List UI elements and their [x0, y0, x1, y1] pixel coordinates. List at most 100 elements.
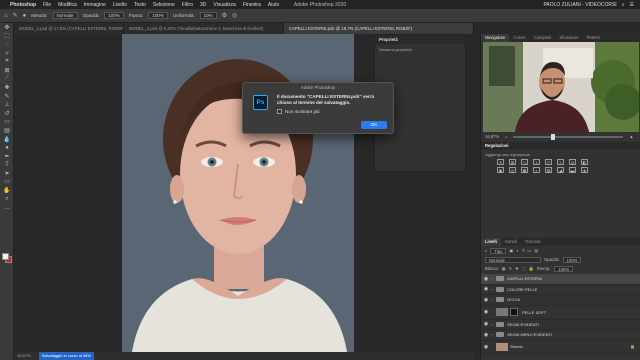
lock-move-icon[interactable]: ✥	[515, 266, 519, 271]
visibility-eye-icon[interactable]: ◉	[481, 297, 491, 303]
quick-select-tool-icon[interactable]: ✧	[0, 49, 14, 58]
layer-filter-select[interactable]: Tipo	[490, 247, 507, 254]
adjustments-title[interactable]: Regolazioni	[481, 142, 640, 150]
levels-adjust-icon[interactable]: ▥	[509, 159, 516, 165]
blur-tool-icon[interactable]: 💧	[0, 135, 14, 144]
filter-adjust-icon[interactable]: ◐	[516, 248, 519, 253]
tab-livelli[interactable]: Livelli	[481, 238, 501, 246]
shape-tool-icon[interactable]: ▭	[0, 178, 14, 187]
filter-smart-icon[interactable]: ▤	[534, 248, 538, 253]
menu-list-icon[interactable]: ☰	[630, 2, 634, 8]
threshold-adjust-icon[interactable]: ◢	[557, 167, 564, 173]
metodo-select[interactable]: Normale	[52, 12, 78, 19]
gradient-tool-icon[interactable]: ▤	[0, 126, 14, 135]
brush-tool-icon[interactable]: ✎	[13, 12, 18, 19]
tab-sfumature[interactable]: Sfumature	[555, 34, 582, 42]
layer-colore-pelle[interactable]: ◉ › COLORE PELLE	[481, 285, 640, 295]
layer-segni-evidenti[interactable]: ◉ › SEGNI EVIDENTI	[481, 320, 640, 330]
layer-segni-meno-evidenti[interactable]: ◉ › SEGNI MENO EVIDENTI	[481, 330, 640, 341]
history-brush-tool-icon[interactable]: ↺	[0, 109, 14, 118]
lock-icon[interactable]: 🔒	[630, 344, 635, 349]
settings-gear-icon[interactable]: ⚙	[222, 12, 227, 19]
crop-tool-icon[interactable]: ⌗	[0, 57, 14, 66]
brightness-adjust-icon[interactable]: ☀	[497, 159, 504, 165]
tab-canali[interactable]: Canali	[501, 238, 521, 246]
ok-button[interactable]: OK	[361, 121, 387, 129]
lasso-tool-icon[interactable]: ◌	[0, 40, 14, 49]
visibility-eye-icon[interactable]: ◉	[481, 309, 491, 315]
menu-filtro[interactable]: Filtro	[182, 2, 193, 8]
visibility-eye-icon[interactable]: ◉	[481, 344, 491, 350]
layer-capelli-esterni[interactable]: ◉ › CAPELLI ESTERNI	[481, 274, 640, 285]
dont-show-again-checkbox[interactable]: Non mostrare più	[277, 109, 320, 114]
visibility-eye-icon[interactable]: ◉	[481, 321, 491, 327]
layer-opacity-field[interactable]: 100%	[562, 256, 582, 263]
properties-title[interactable]: Proprietà	[375, 35, 465, 44]
menu-finestra[interactable]: Finestra	[243, 2, 261, 8]
menu-photoshop[interactable]: Photoshop	[10, 2, 36, 8]
tab-model-2-653[interactable]: MODEL_2.psd @ 6,53% (Tonalità/saturazion…	[124, 23, 284, 34]
color-lookup-adjust-icon[interactable]: ▦	[521, 167, 528, 173]
menu-visualizza[interactable]: Visualizza	[213, 2, 235, 8]
brush-preset-icon[interactable]: ●	[23, 13, 27, 19]
path-select-tool-icon[interactable]: ➤	[0, 169, 14, 178]
navigator-zoom-slider[interactable]	[513, 133, 624, 140]
layer-occhi[interactable]: ◉ › OCCHI	[481, 295, 640, 306]
posterize-adjust-icon[interactable]: ▨	[545, 167, 552, 173]
navigator-zoom-value[interactable]: 16,67%	[485, 132, 499, 141]
visibility-eye-icon[interactable]: ◉	[481, 332, 491, 338]
uniformita-field[interactable]: 10%	[199, 12, 217, 19]
black-white-adjust-icon[interactable]: ◧	[581, 159, 588, 165]
layer-pelle-soft[interactable]: ◉ PELLE SOFT	[481, 306, 640, 320]
photo-filter-adjust-icon[interactable]: ◉	[497, 167, 504, 173]
menu-modifica[interactable]: Modifica	[58, 2, 77, 8]
menu-3d[interactable]: 3D	[200, 2, 206, 8]
filter-type-icon[interactable]: T	[522, 248, 525, 253]
menu-immagine[interactable]: Immagine	[84, 2, 106, 8]
tab-colore[interactable]: Colore	[509, 34, 529, 42]
opacita-field[interactable]: 100%	[104, 12, 124, 19]
lock-artboard-icon[interactable]: ⬚	[522, 266, 526, 271]
filter-shape-icon[interactable]: ▭	[527, 248, 531, 253]
eraser-tool-icon[interactable]: ▭	[0, 118, 14, 127]
blend-mode-select[interactable]: Normale	[485, 256, 541, 263]
search-icon[interactable]: ⌕	[622, 2, 625, 8]
tab-pattern[interactable]: Pattern	[583, 34, 605, 42]
tab-tracciati[interactable]: Tracciati	[521, 238, 545, 246]
navigator-preview-webcam[interactable]	[483, 42, 639, 132]
layer-sfondo[interactable]: ◉ Sfondo 🔒	[481, 341, 640, 354]
menu-file[interactable]: File	[43, 2, 51, 8]
pressure-icon[interactable]: ◎	[232, 12, 237, 19]
checkbox-box[interactable]	[277, 109, 282, 114]
foreground-color-swatch[interactable]	[2, 253, 9, 260]
tab-navigatore[interactable]: Navigatore	[481, 34, 510, 42]
gradient-map-adjust-icon[interactable]: ▬	[569, 167, 576, 173]
more-tools-icon[interactable]: …	[0, 203, 14, 212]
tab-model-2-17[interactable]: MODEL_2.psd @ 17,5% (CAPELLI ESTERNI, RG…	[14, 23, 124, 34]
zoom-level[interactable]: 16,67%	[17, 352, 31, 360]
menu-aiuto[interactable]: Aiuto	[268, 2, 279, 8]
eyedropper-tool-icon[interactable]: ⟋	[0, 75, 14, 84]
lock-all-icon[interactable]: 🔒	[529, 266, 534, 272]
home-icon[interactable]: ⌂	[4, 13, 8, 19]
flusso-field[interactable]: 100%	[148, 12, 168, 19]
healing-brush-tool-icon[interactable]: ✚	[0, 83, 14, 92]
lock-paint-icon[interactable]: ✎	[509, 266, 513, 271]
menu-livello[interactable]: Livello	[113, 2, 127, 8]
menu-selezione[interactable]: Selezione	[153, 2, 175, 8]
pen-tool-icon[interactable]: ✒	[0, 152, 14, 161]
move-tool-icon[interactable]: ✥	[0, 23, 14, 32]
invert-adjust-icon[interactable]: ◐	[533, 167, 540, 173]
zoom-in-icon[interactable]: ▲	[629, 132, 633, 141]
curves-adjust-icon[interactable]: ∿	[521, 159, 528, 165]
layer-thumbnail[interactable]	[496, 342, 508, 351]
menu-testo[interactable]: Testo	[134, 2, 146, 8]
marquee-tool-icon[interactable]: ⬚	[0, 32, 14, 41]
visibility-eye-icon[interactable]: ◉	[481, 286, 491, 292]
exposure-adjust-icon[interactable]: ±	[533, 159, 540, 165]
layer-mask-thumbnail[interactable]	[510, 308, 518, 316]
layer-thumbnail[interactable]	[496, 308, 508, 316]
riemp-field[interactable]: 100%	[554, 265, 574, 272]
filter-pixel-icon[interactable]: ▣	[509, 248, 513, 253]
clone-stamp-tool-icon[interactable]: ⊥	[0, 100, 14, 109]
